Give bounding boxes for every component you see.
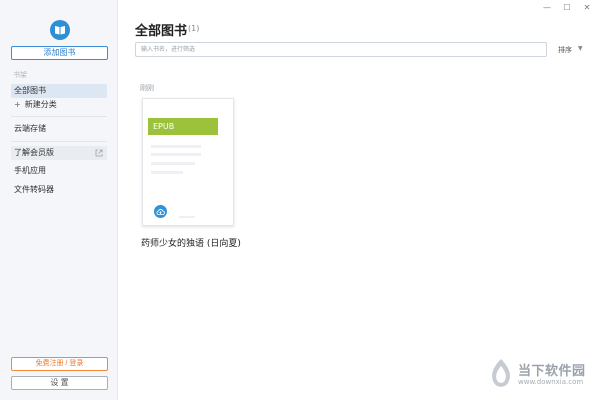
sidebar-item-label: 了解会员版 bbox=[14, 148, 54, 157]
watermark-name: 当下软件园 bbox=[518, 364, 586, 379]
search-input[interactable] bbox=[135, 42, 547, 57]
add-book-button[interactable]: 添加图书 bbox=[11, 46, 108, 60]
sidebar-item-label: 文件转码器 bbox=[14, 185, 54, 194]
maximize-icon[interactable]: ☐ bbox=[562, 3, 572, 13]
sort-button[interactable]: 排序 bbox=[558, 45, 572, 55]
cloud-upload-icon[interactable] bbox=[154, 205, 167, 218]
cover-line bbox=[151, 145, 201, 148]
page-title: 全部图书 bbox=[135, 24, 188, 39]
register-login-button[interactable]: 免费注册 / 登录 bbox=[11, 357, 108, 371]
settings-button[interactable]: 设 置 bbox=[11, 376, 108, 390]
book-format-label: EPUB bbox=[148, 118, 218, 135]
close-icon[interactable]: ✕ bbox=[582, 3, 592, 13]
sidebar-item-label: 手机应用 bbox=[14, 166, 46, 175]
watermark: 当下软件园 www.downxia.com bbox=[488, 356, 598, 392]
watermark-url: www.downxia.com bbox=[518, 378, 584, 386]
sidebar-item-label: 全部图书 bbox=[14, 86, 46, 95]
minimize-icon[interactable]: — bbox=[542, 3, 552, 13]
cover-footer-line bbox=[179, 216, 195, 218]
sidebar-item-mobile-app[interactable]: 手机应用 bbox=[11, 164, 107, 178]
book-card[interactable]: EPUB bbox=[142, 98, 234, 226]
cover-line bbox=[151, 162, 195, 165]
sidebar-item-all-books[interactable]: 全部图书 bbox=[11, 84, 107, 98]
sidebar-item-file-converter[interactable]: 文件转码器 bbox=[11, 183, 107, 197]
cover-line bbox=[151, 153, 201, 156]
sidebar-divider bbox=[11, 116, 107, 117]
sidebar-item-member[interactable]: 了解会员版 bbox=[11, 146, 107, 160]
book-title[interactable]: 药师少女的独语 (日向夏) bbox=[141, 238, 241, 251]
sidebar-item-new-category[interactable]: + 新建分类 bbox=[11, 98, 107, 112]
sidebar-item-cloud-storage[interactable]: 云端存储 bbox=[11, 122, 107, 136]
watermark-logo-icon bbox=[492, 359, 510, 387]
sidebar-item-label: 新建分类 bbox=[24, 100, 57, 109]
sidebar-divider bbox=[11, 141, 107, 142]
book-count: (1) bbox=[188, 24, 200, 33]
chevron-down-icon[interactable]: ▼ bbox=[578, 45, 583, 52]
external-link-icon bbox=[95, 149, 103, 157]
plus-icon: + bbox=[14, 100, 21, 109]
cover-line bbox=[151, 171, 183, 174]
group-label: 刚刚 bbox=[140, 84, 154, 92]
window-controls: — ☐ ✕ bbox=[542, 3, 592, 13]
sidebar-item-label: 云端存储 bbox=[14, 124, 46, 133]
sidebar: 添加图书 书架 全部图书 + 新建分类 云端存储 了解会员版 手机应用 文件转码器… bbox=[0, 0, 118, 400]
bookshelf-section-label: 书架 bbox=[13, 71, 27, 79]
book-logo-icon bbox=[50, 20, 70, 40]
